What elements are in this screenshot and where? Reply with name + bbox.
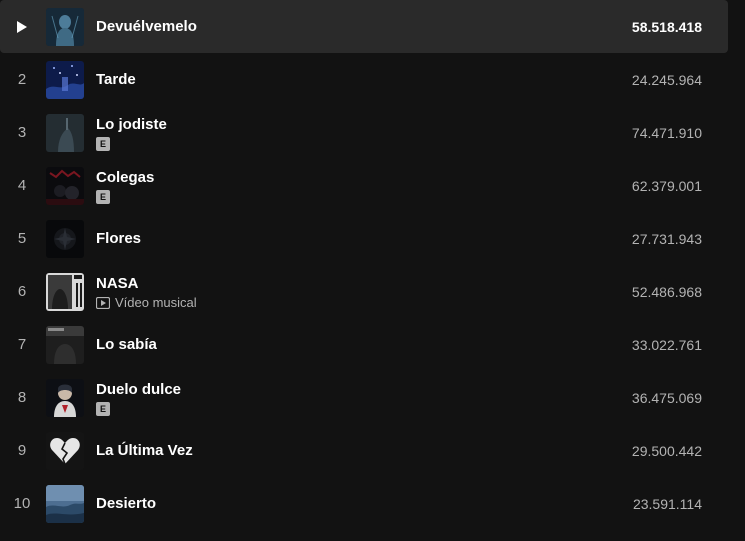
track-row[interactable]: 3 Lo jodiste E 74.471.910: [0, 106, 728, 159]
video-label: Vídeo musical: [115, 295, 197, 310]
album-cover: [46, 219, 84, 258]
track-number: 2: [17, 71, 27, 88]
track-number: 9: [17, 442, 27, 459]
track-title[interactable]: Lo sabía: [96, 335, 582, 354]
track-row[interactable]: 9 La Última Vez 29.500.442: [0, 424, 728, 477]
track-number: 8: [17, 389, 27, 406]
track-title[interactable]: Tarde: [96, 70, 582, 89]
play-count: 24.245.964: [631, 71, 702, 88]
album-cover: [46, 113, 84, 152]
play-count: 52.486.968: [631, 283, 702, 300]
track-title[interactable]: Colegas: [96, 168, 582, 187]
play-icon[interactable]: [16, 20, 28, 33]
track-number: [0, 20, 44, 33]
track-number: 10: [13, 495, 31, 512]
explicit-badge: E: [96, 401, 110, 416]
video-icon: [96, 296, 110, 309]
track-row[interactable]: 5 Flores 27.731.943: [0, 212, 728, 265]
track-row[interactable]: 8 Duelo dulce E 36.475.069: [0, 371, 728, 424]
track-title[interactable]: Lo jodiste: [96, 115, 582, 134]
track-row[interactable]: 10 Desierto 23.591.114: [0, 477, 728, 530]
play-count: 29.500.442: [631, 442, 702, 459]
explicit-badge: E: [96, 189, 110, 204]
album-cover: [46, 7, 84, 46]
explicit-badge: E: [96, 136, 110, 151]
track-title[interactable]: Desierto: [96, 494, 582, 513]
album-cover: [46, 166, 84, 205]
track-title[interactable]: Flores: [96, 229, 582, 248]
play-count: 58.518.418: [631, 18, 702, 35]
track-number: 5: [17, 230, 27, 247]
track-row[interactable]: 6 NASA Vídeo musical 52.486.968: [0, 265, 728, 318]
play-count: 33.022.761: [631, 336, 702, 353]
play-count: 62.379.001: [631, 177, 702, 194]
track-number: 4: [17, 177, 27, 194]
play-count: 36.475.069: [631, 389, 702, 406]
play-count: 23.591.114: [632, 495, 702, 512]
track-row[interactable]: 2 Tarde 24.245.964: [0, 53, 728, 106]
track-number: 6: [17, 283, 27, 300]
track-title[interactable]: Duelo dulce: [96, 380, 582, 399]
track-row[interactable]: Devuélvemelo 58.518.418: [0, 0, 728, 53]
album-cover: [46, 325, 84, 364]
play-count: 74.471.910: [631, 124, 702, 141]
track-title[interactable]: La Última Vez: [96, 441, 582, 460]
track-title[interactable]: NASA: [96, 274, 582, 293]
album-cover: [46, 378, 84, 417]
album-cover: [46, 484, 84, 523]
track-title[interactable]: Devuélvemelo: [96, 17, 582, 36]
track-row[interactable]: 4 Colegas E 62.379.001: [0, 159, 728, 212]
play-count: 27.731.943: [631, 230, 702, 247]
track-row[interactable]: 7 Lo sabía 33.022.761: [0, 318, 728, 371]
album-cover: [46, 431, 84, 470]
track-number: 3: [17, 124, 27, 141]
album-cover: [46, 272, 84, 311]
track-number: 7: [17, 336, 27, 353]
album-cover: [46, 60, 84, 99]
